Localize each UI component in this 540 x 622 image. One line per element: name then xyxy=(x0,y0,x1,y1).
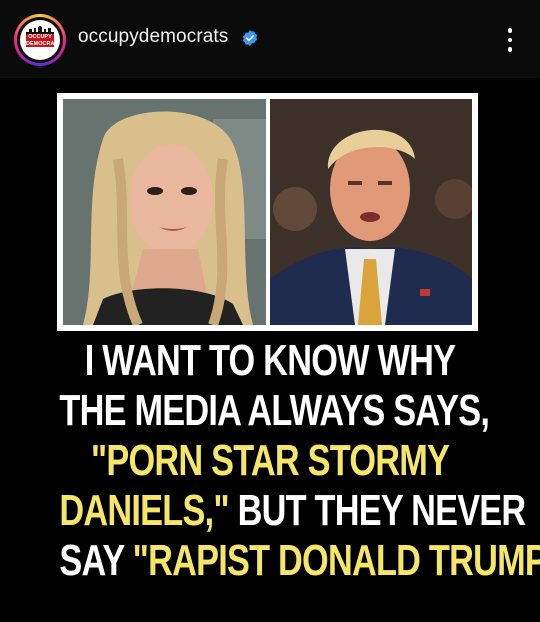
post-image[interactable]: I WANT TO KNOW WHY THE MEDIA ALWAYS SAYS… xyxy=(0,78,540,622)
more-vertical-icon xyxy=(507,28,513,33)
man-portrait-image xyxy=(270,99,472,325)
headline-line-4: DANIELS," BUT THEY NEVER xyxy=(59,486,526,536)
verified-badge-icon xyxy=(242,30,258,46)
photo-stormy-daniels xyxy=(63,99,266,325)
headline-line-5-highlight: "RAPIST DONALD TRUMP." xyxy=(132,536,540,585)
occupy-democrats-logo: OCCUPY DEMOCRATS xyxy=(20,20,60,60)
headline-line-5: SAY "RAPIST DONALD TRUMP." xyxy=(59,536,540,586)
headline-line-2: THE MEDIA ALWAYS SAYS, xyxy=(59,386,490,435)
capitol-skyline-icon xyxy=(26,26,54,34)
post-header: OCCUPY DEMOCRATS occupydemocrats xyxy=(0,0,540,78)
headline-line-4-rest: BUT THEY NEVER xyxy=(228,486,527,535)
headline-line-3: "PORN STAR STORMY xyxy=(90,436,450,485)
woman-portrait-image xyxy=(63,99,266,325)
more-options-button[interactable] xyxy=(498,24,522,56)
headline-text: I WANT TO KNOW WHY THE MEDIA ALWAYS SAYS… xyxy=(59,336,540,586)
avatar[interactable]: OCCUPY DEMOCRATS xyxy=(14,14,66,66)
headline-line-4-highlight: DANIELS," xyxy=(59,486,229,535)
photo-collage xyxy=(57,93,478,331)
username[interactable]: occupydemocrats xyxy=(78,26,228,48)
avatar-border: OCCUPY DEMOCRATS xyxy=(17,17,63,63)
headline-line-1: I WANT TO KNOW WHY xyxy=(84,336,456,385)
logo-text: OCCUPY DEMOCRATS xyxy=(26,34,60,47)
headline-line-5-start: SAY xyxy=(59,536,133,585)
photo-donald-trump xyxy=(270,99,472,325)
